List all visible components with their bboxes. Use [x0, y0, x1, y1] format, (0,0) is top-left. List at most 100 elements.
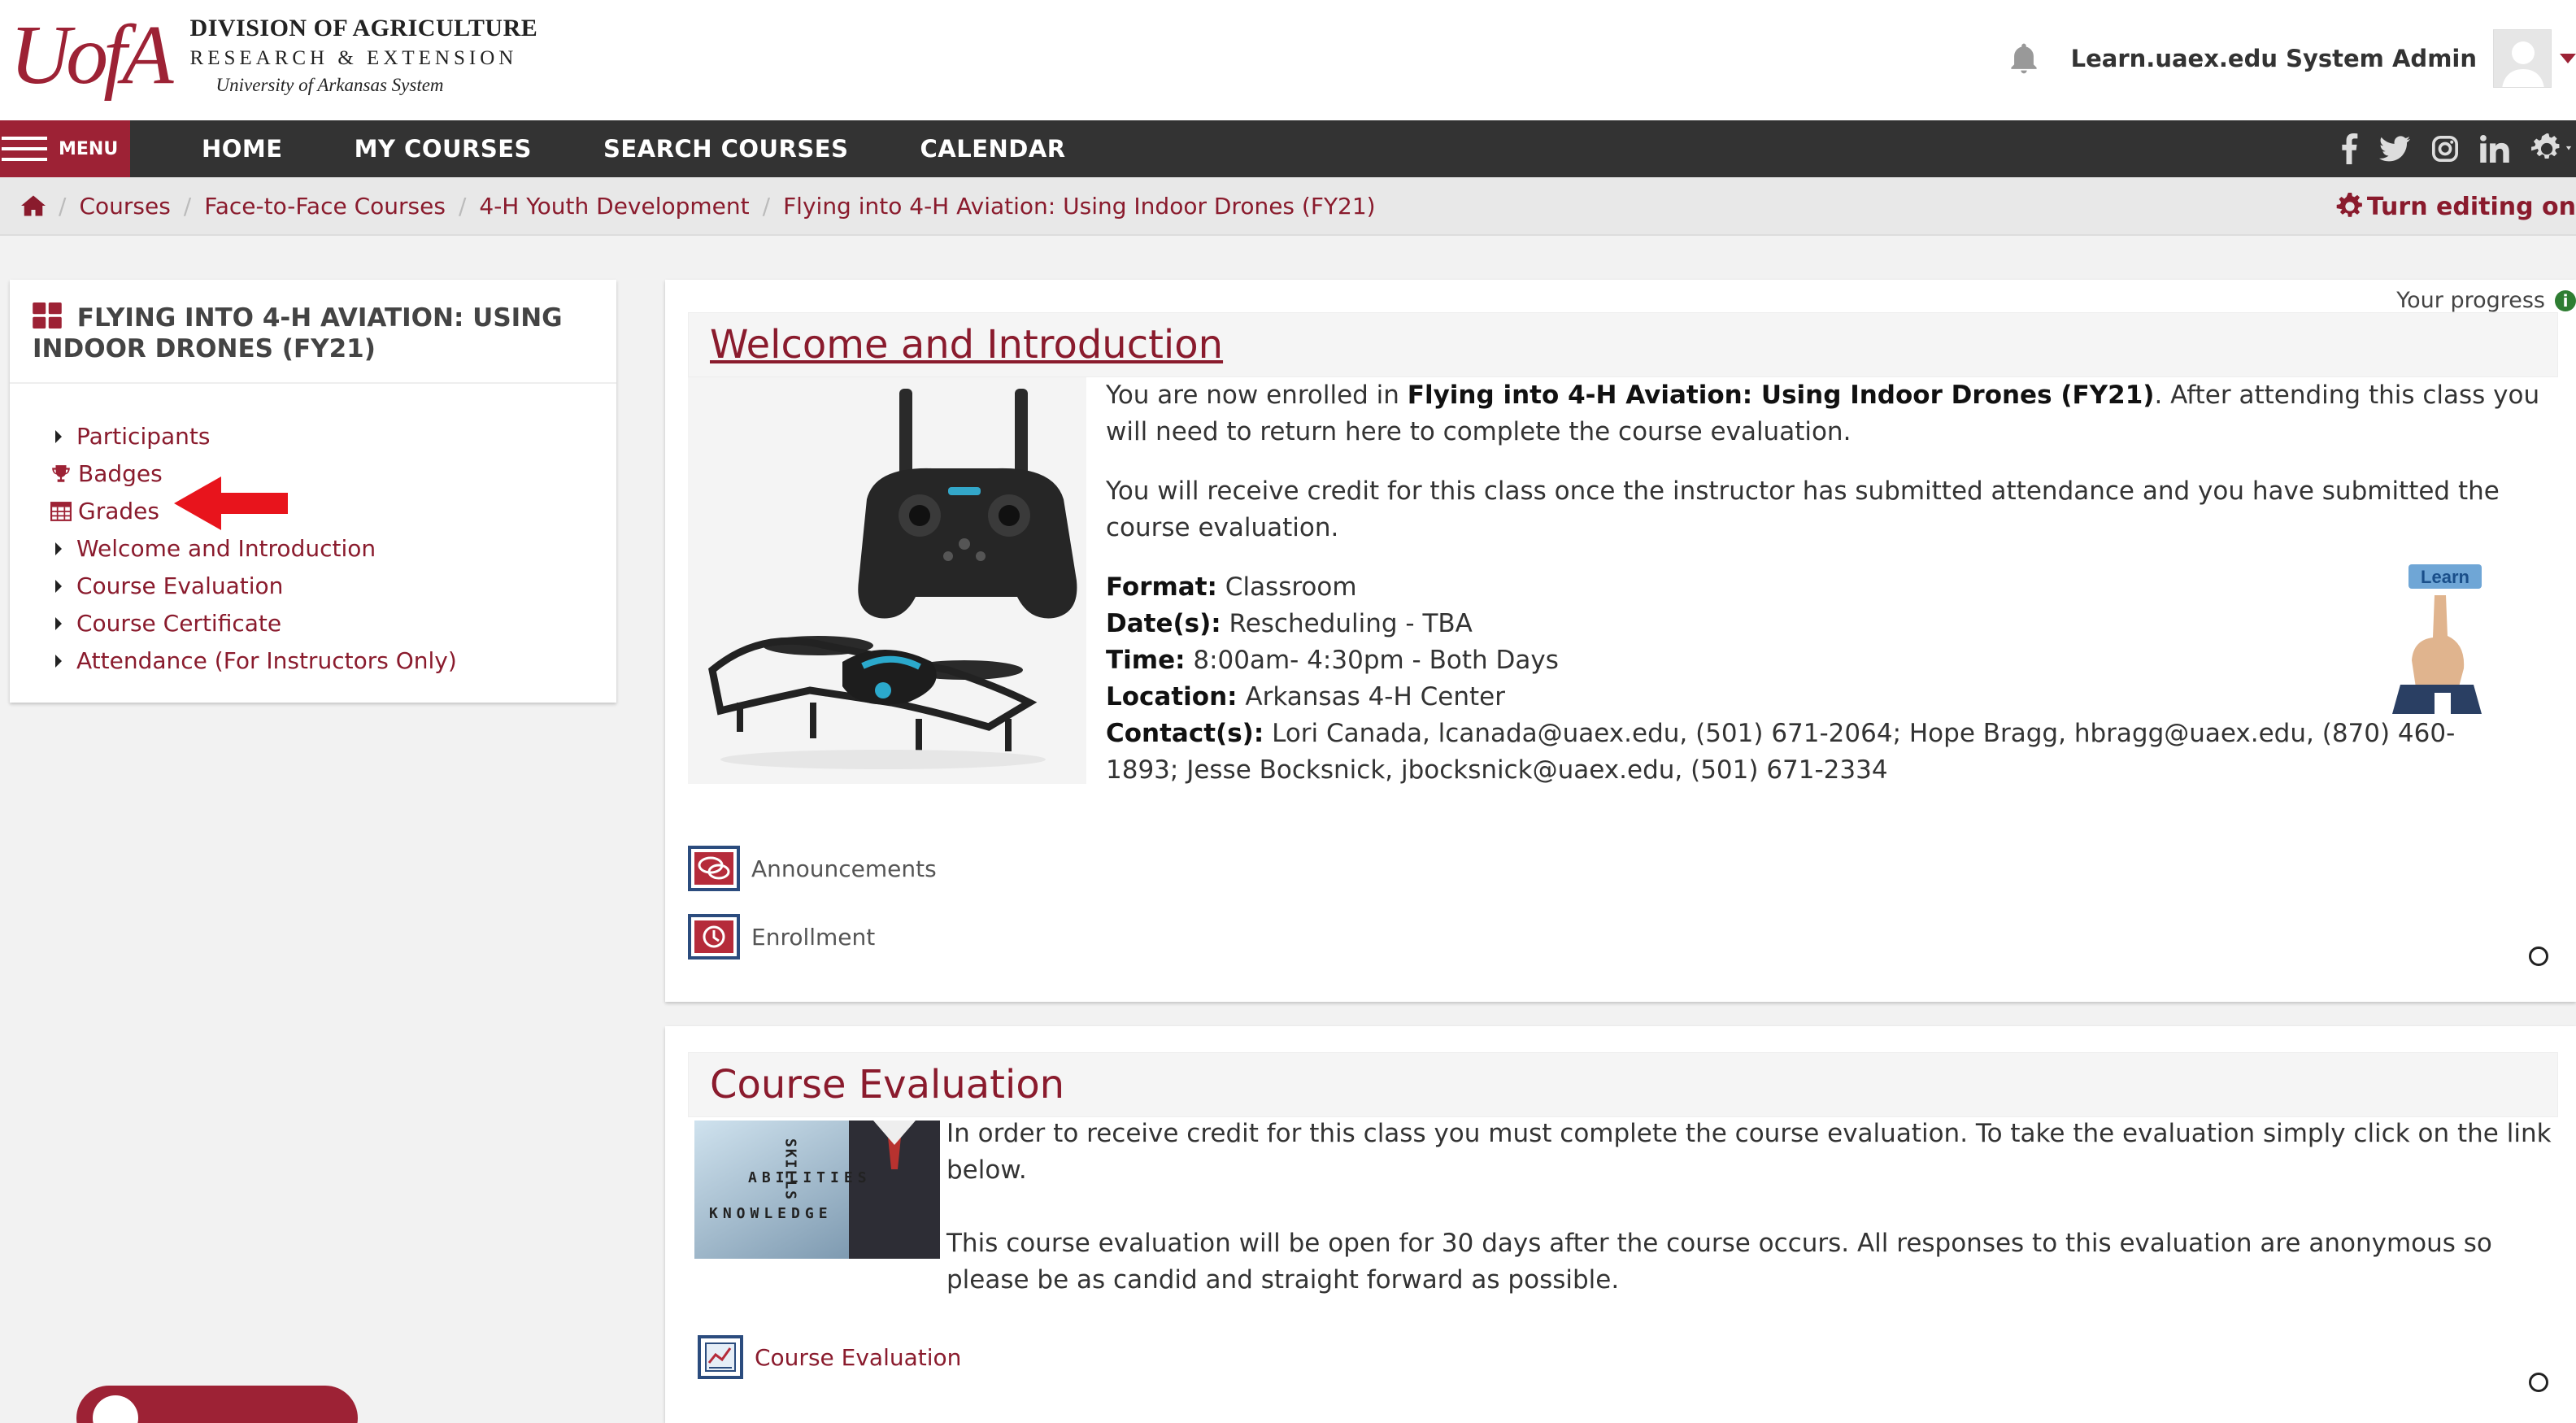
- breadcrumb-separator: /: [762, 192, 771, 220]
- logo-line-3: University of Arkansas System: [215, 75, 444, 95]
- breadcrumb-courses[interactable]: Courses: [79, 193, 170, 220]
- menu-button[interactable]: MENU: [0, 120, 130, 177]
- user-name[interactable]: Learn.uaex.edu System Admin: [2071, 45, 2477, 72]
- enrollment-icon: [688, 914, 740, 960]
- nav-course-certificate-label[interactable]: Course Certificate: [76, 605, 281, 642]
- table-icon: [50, 502, 72, 521]
- detail-time-value: 8:00am- 4:30pm - Both Days: [1185, 646, 1559, 675]
- help-chat-button[interactable]: [76, 1386, 358, 1423]
- nav-welcome-label[interactable]: Welcome and Introduction: [76, 530, 376, 568]
- completion-checkbox[interactable]: [2529, 1373, 2548, 1392]
- detail-time: Time: 8:00am- 4:30pm - Both Days: [1106, 642, 2521, 679]
- bell-icon[interactable]: [2006, 41, 2042, 76]
- detail-dates-label: Date(s):: [1106, 609, 1221, 638]
- learn-badge-text: Learn: [2421, 567, 2469, 587]
- detail-location-value: Arkansas 4-H Center: [1237, 682, 1505, 712]
- detail-contacts-label: Contact(s):: [1106, 719, 1264, 748]
- nav-my-courses[interactable]: MY COURSES: [355, 135, 532, 163]
- main-nav: MENU HOME MY COURSES SEARCH COURSES CALE…: [0, 120, 2576, 177]
- activity-enrollment[interactable]: Enrollment: [688, 914, 875, 960]
- social-links: [2319, 120, 2576, 177]
- block-title: FLYING INTO 4-H AVIATION: USING INDOOR D…: [10, 280, 616, 384]
- activity-enrollment-label[interactable]: Enrollment: [751, 924, 875, 951]
- feedback-icon: [698, 1335, 743, 1379]
- welcome-summary: You are now enrolled in Flying into 4-H …: [1106, 377, 2561, 789]
- user-avatar-icon[interactable]: [2493, 29, 2552, 88]
- nav-search-courses[interactable]: SEARCH COURSES: [603, 135, 849, 163]
- section-title-welcome-text[interactable]: Welcome and Introduction: [710, 322, 1223, 368]
- nav-course-evaluation-label[interactable]: Course Evaluation: [76, 568, 283, 605]
- logo-text: DIVISION OF AGRICULTURE RESEARCH & EXTEN…: [190, 15, 538, 96]
- section-title-evaluation-text[interactable]: Course Evaluation: [710, 1062, 1064, 1108]
- facebook-icon[interactable]: [2340, 133, 2358, 164]
- turn-editing-on-button[interactable]: Turn editing on: [2336, 177, 2576, 236]
- detail-dates: Date(s): Rescheduling - TBA: [1106, 606, 2521, 642]
- section-title-welcome[interactable]: Welcome and Introduction: [688, 312, 2558, 377]
- nav-welcome[interactable]: Welcome and Introduction: [42, 530, 616, 568]
- nav-calendar[interactable]: CALENDAR: [920, 135, 1065, 163]
- detail-contacts-value: Lori Canada, lcanada@uaex.edu, (501) 671…: [1106, 719, 2456, 785]
- breadcrumb-separator: /: [183, 192, 192, 220]
- nav-badges[interactable]: Badges: [42, 455, 616, 493]
- nav-course-certificate[interactable]: Course Certificate: [42, 605, 616, 642]
- info-icon[interactable]: i: [2555, 289, 2576, 311]
- site-header: UofA DIVISION OF AGRICULTURE RESEARCH & …: [0, 0, 2576, 120]
- breadcrumb-current-course[interactable]: Flying into 4-H Aviation: Using Indoor D…: [783, 193, 1376, 220]
- nav-participants[interactable]: Participants: [42, 418, 616, 455]
- detail-time-label: Time:: [1106, 646, 1186, 675]
- course-nav-list: Participants Badges Grades Welcome and I…: [10, 384, 616, 680]
- detail-location: Location: Arkansas 4-H Center: [1106, 679, 2521, 716]
- detail-format-value: Classroom: [1216, 572, 1357, 602]
- course-details: Format: Classroom Date(s): Rescheduling …: [1106, 569, 2521, 789]
- gear-icon[interactable]: [2530, 133, 2576, 164]
- section-course-evaluation: Course Evaluation SKILLS ABILITIES KNOWL…: [665, 1026, 2576, 1423]
- twitter-icon[interactable]: [2379, 136, 2410, 162]
- nav-grades-label[interactable]: Grades: [78, 493, 159, 530]
- activity-course-evaluation-label[interactable]: Course Evaluation: [755, 1344, 961, 1371]
- logo-line-1: DIVISION OF AGRICULTURE: [189, 15, 538, 41]
- triangle-right-icon: [55, 430, 62, 443]
- detail-location-label: Location:: [1106, 682, 1238, 712]
- evaluation-text: In order to receive credit for this clas…: [946, 1116, 2556, 1335]
- section-welcome: Your progress i Welcome and Introduction…: [665, 280, 2576, 1002]
- activity-announcements-label[interactable]: Announcements: [751, 855, 937, 882]
- nav-attendance[interactable]: Attendance (For Instructors Only): [42, 642, 616, 680]
- nav-participants-label[interactable]: Participants: [76, 418, 210, 455]
- your-progress: Your progress i: [2396, 288, 2576, 313]
- nav-grades[interactable]: Grades: [42, 493, 616, 530]
- completion-checkbox[interactable]: [2529, 946, 2548, 966]
- skills-image: SKILLS ABILITIES KNOWLEDGE: [694, 1121, 940, 1259]
- triangle-right-icon: [55, 617, 62, 630]
- breadcrumb-separator: /: [458, 192, 467, 220]
- caret-down-icon[interactable]: [2560, 54, 2576, 63]
- grid-icon: [33, 302, 62, 329]
- breadcrumb-separator: /: [59, 192, 67, 220]
- nav-attendance-label[interactable]: Attendance (For Instructors Only): [76, 642, 457, 680]
- triangle-right-icon: [55, 542, 62, 555]
- breadcrumb-4h-youth[interactable]: 4-H Youth Development: [479, 193, 749, 220]
- knowledge-word: KNOWLEDGE: [709, 1205, 833, 1222]
- section-title-evaluation[interactable]: Course Evaluation: [688, 1052, 2558, 1117]
- activity-course-evaluation[interactable]: Course Evaluation: [698, 1335, 961, 1379]
- nav-course-evaluation[interactable]: Course Evaluation: [42, 568, 616, 605]
- instagram-icon[interactable]: [2431, 135, 2459, 163]
- linkedin-icon[interactable]: [2480, 135, 2509, 163]
- forum-icon: [688, 846, 740, 891]
- detail-format-label: Format:: [1106, 572, 1217, 602]
- detail-contacts: Contact(s): Lori Canada, lcanada@uaex.ed…: [1106, 716, 2521, 789]
- abilities-word: ABILITIES: [748, 1169, 872, 1186]
- triangle-right-icon: [55, 580, 62, 593]
- home-icon[interactable]: [21, 195, 46, 216]
- nav-home[interactable]: HOME: [202, 135, 283, 163]
- turn-editing-on-label: Turn editing on: [2366, 192, 2576, 221]
- welcome-paragraph-2: You will receive credit for this class o…: [1106, 477, 2500, 542]
- nav-badges-label[interactable]: Badges: [78, 455, 163, 493]
- breadcrumb-face-to-face[interactable]: Face-to-Face Courses: [204, 193, 446, 220]
- logo-line-2: RESEARCH & EXTENSION: [189, 47, 518, 69]
- uaex-logo[interactable]: UofA DIVISION OF AGRICULTURE RESEARCH & …: [10, 13, 537, 98]
- welcome-p1-prefix: You are now enrolled in: [1106, 381, 1408, 410]
- drone-image: [688, 377, 1086, 784]
- your-progress-label: Your progress: [2396, 288, 2545, 313]
- cog-icon: [2336, 193, 2362, 217]
- activity-announcements[interactable]: Announcements: [688, 846, 937, 891]
